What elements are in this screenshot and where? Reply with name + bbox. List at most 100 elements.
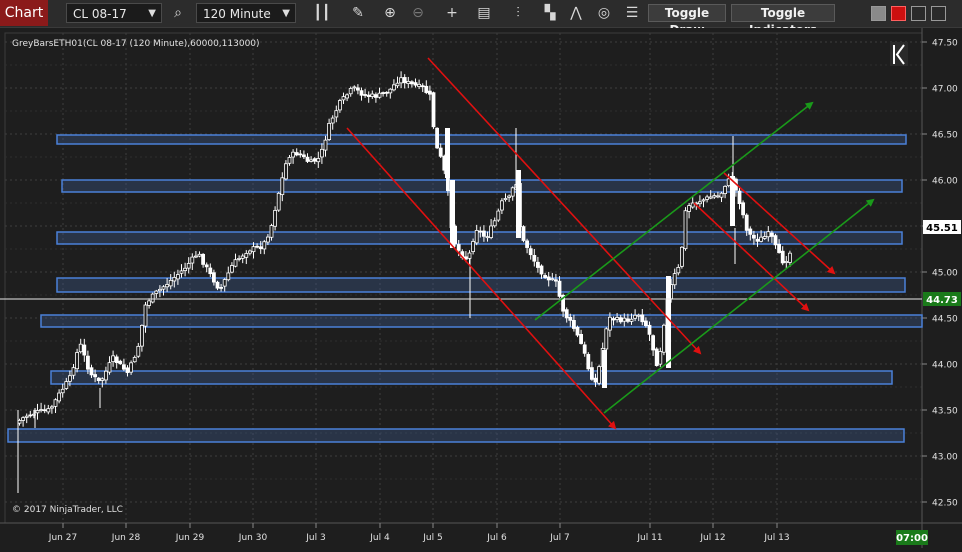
candle-body <box>68 375 72 382</box>
properties-icon[interactable]: ☰ <box>622 4 642 22</box>
refresh-icon[interactable]: ◎ <box>594 4 614 22</box>
candle-body <box>348 88 353 95</box>
time-tick-label: Jul 5 <box>422 533 442 543</box>
candle-body <box>737 190 742 205</box>
candle-body <box>215 281 220 289</box>
price-zone[interactable] <box>7 428 905 443</box>
data-box-icon[interactable]: ▤ <box>474 4 494 22</box>
candle-body-large <box>666 276 671 368</box>
candle-body <box>481 230 486 237</box>
candle-body <box>712 195 717 198</box>
candle-body <box>604 328 609 350</box>
candle-body <box>327 122 332 140</box>
minimize-button[interactable] <box>871 6 886 21</box>
price-tick-label: 46.00 <box>932 177 958 187</box>
candle-body <box>672 273 677 286</box>
restore-button[interactable] <box>911 6 926 21</box>
price-zone[interactable] <box>56 134 907 145</box>
candle-body <box>543 275 547 278</box>
pencil-icon[interactable]: ✎ <box>348 4 368 22</box>
close-button[interactable] <box>931 6 946 21</box>
candle-body <box>658 351 663 365</box>
candle-body <box>291 151 296 158</box>
candle-body <box>172 277 177 282</box>
zoom-in-icon[interactable]: ⊕ <box>380 4 400 22</box>
candle-body-large <box>602 350 607 388</box>
candle-body <box>298 153 303 156</box>
chart-trader-collapse-icon[interactable] <box>890 42 908 66</box>
candle-body <box>683 210 688 250</box>
price-zone[interactable] <box>61 179 903 193</box>
candle-body <box>114 356 119 364</box>
chart-area[interactable]: 47.5047.0046.5046.0045.5045.0044.5044.00… <box>0 28 962 548</box>
candle-body <box>557 280 562 297</box>
candle-body <box>50 406 54 409</box>
candle-body <box>363 94 368 96</box>
drawing-tools-icon[interactable]: ⋀ <box>566 4 586 22</box>
time-tick-label: Jun 28 <box>111 533 141 543</box>
bar-spacing-icon[interactable]: ⫶ <box>508 4 528 22</box>
candle-body <box>208 267 213 275</box>
search-icon[interactable]: ⌕ <box>168 4 188 22</box>
price-zone[interactable] <box>56 277 906 293</box>
candle-body <box>575 326 580 336</box>
candle-body <box>287 157 292 164</box>
candle-body <box>57 392 61 402</box>
price-zone[interactable] <box>40 314 923 328</box>
time-tick-label: Jul 4 <box>369 533 390 543</box>
candle-body <box>125 367 130 373</box>
candle-body <box>510 187 515 197</box>
instrument-selector[interactable]: CL 08-17 ▼ <box>66 3 162 23</box>
candle-body <box>705 196 709 200</box>
candle-body <box>651 335 655 351</box>
candle-body <box>312 158 317 162</box>
candle-body <box>471 241 476 252</box>
candle-body <box>283 163 288 180</box>
candle-body <box>247 250 252 254</box>
price-marker-label: 44.73 <box>926 295 958 306</box>
candle-body <box>496 210 501 221</box>
strategies-icon[interactable]: ▚ <box>540 4 560 22</box>
candle-body <box>629 318 634 322</box>
price-chart[interactable]: 47.5047.0046.5046.0045.5045.0044.5044.00… <box>0 28 962 548</box>
time-tick-label: Jul 6 <box>486 533 507 543</box>
candle-body <box>528 248 533 256</box>
candle-body <box>240 255 245 259</box>
candle-body <box>89 367 94 376</box>
candle-body <box>615 317 619 320</box>
candle-body <box>201 253 206 265</box>
candle-body <box>355 87 360 91</box>
candle-body <box>273 210 278 227</box>
maximize-button[interactable] <box>891 6 906 21</box>
price-tick-label: 47.50 <box>932 39 958 49</box>
candle-body <box>420 85 425 88</box>
crosshair-icon[interactable]: + <box>442 4 462 22</box>
price-zone[interactable] <box>50 370 893 385</box>
candle-body <box>165 284 170 288</box>
candle-body <box>467 252 472 259</box>
candle-body <box>46 408 51 413</box>
interval-selector[interactable]: 120 Minute ▼ <box>196 3 296 23</box>
candle-body <box>395 82 400 87</box>
candlestick-style-icon[interactable]: ┃┃ <box>312 4 332 22</box>
toggle-draw-button[interactable]: Toggle Draw <box>648 4 726 37</box>
candle-body <box>431 92 436 128</box>
toggle-indicators-button[interactable]: Toggle Indicators <box>731 4 835 37</box>
candle-body <box>157 288 162 292</box>
price-marker-last: 45.51 <box>923 220 961 234</box>
candle-body <box>233 259 238 267</box>
candle-body <box>179 270 184 274</box>
candle-body <box>546 276 551 281</box>
zoom-out-icon[interactable]: ⊖ <box>408 4 428 22</box>
time-tick-label: Jun 30 <box>238 533 268 543</box>
candle-body <box>64 381 69 389</box>
candle-body <box>251 246 256 253</box>
candle-body <box>435 127 440 149</box>
candle-body <box>193 255 198 258</box>
candle-body <box>618 317 623 323</box>
candle-body <box>366 94 371 97</box>
chart-tab[interactable]: Chart <box>0 0 48 26</box>
candle-body <box>42 409 47 412</box>
candle-body <box>568 316 573 321</box>
candle-body <box>111 355 115 363</box>
